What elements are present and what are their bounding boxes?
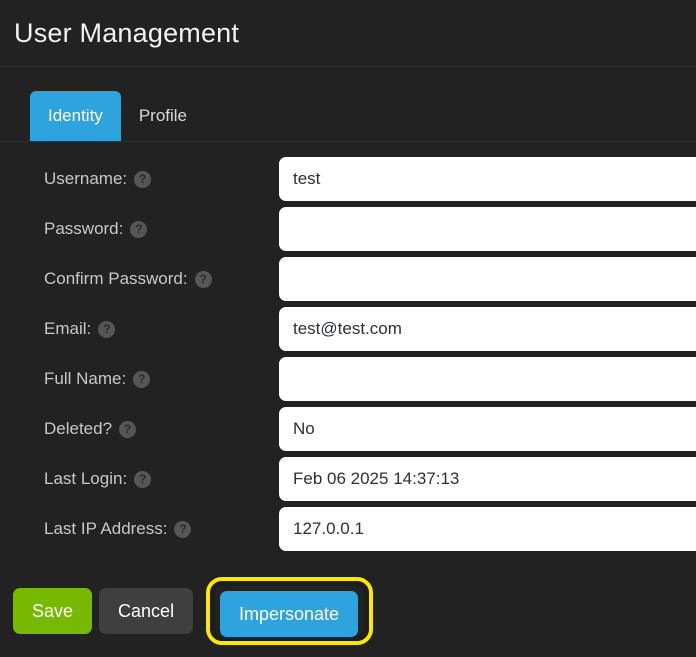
tab-identity-label: Identity [48,106,103,125]
page-header: User Management [0,0,696,67]
username-input[interactable] [279,157,696,201]
form-row-password: Password: ? [0,204,696,254]
deleted-input[interactable] [279,407,696,451]
label-deleted-text: Deleted? [44,419,113,438]
full-name-input[interactable] [279,357,696,401]
tab-strip: Identity Profile [0,67,696,142]
password-help-icon[interactable]: ? [130,220,148,238]
label-last-login: Last Login: ? [0,469,279,489]
last-login-help-icon[interactable]: ? [134,470,152,488]
label-last-login-text: Last Login: [44,469,128,488]
label-username: Username: ? [0,169,279,189]
cancel-button[interactable]: Cancel [99,588,194,634]
label-email: Email: ? [0,319,279,339]
last-ip-address-help-icon[interactable]: ? [174,520,192,538]
tab-profile-label: Profile [138,106,187,125]
label-full-name-text: Full Name: [44,369,127,388]
tab-profile[interactable]: Profile [121,91,205,141]
label-username-text: Username: [44,169,128,188]
confirm-password-input[interactable] [279,257,696,301]
label-full-name: Full Name: ? [0,369,279,389]
label-last-ip-address-text: Last IP Address: [44,519,168,538]
email-input[interactable] [279,307,696,351]
label-email-text: Email: [44,319,92,338]
identity-form: Username: ? Password: ? Confirm Password… [0,142,696,554]
label-confirm-password: Confirm Password: ? [0,269,279,289]
deleted-help-icon[interactable]: ? [119,420,137,438]
label-confirm-password-text: Confirm Password: [44,269,188,288]
tab-identity[interactable]: Identity [30,91,121,141]
label-password-text: Password: [44,219,124,238]
last-ip-address-input[interactable] [279,507,696,551]
form-row-deleted: Deleted? ? [0,404,696,454]
full-name-help-icon[interactable]: ? [133,370,151,388]
form-row-full-name: Full Name: ? [0,354,696,404]
email-help-icon[interactable]: ? [98,320,116,338]
form-row-last-login: Last Login: ? [0,454,696,504]
username-help-icon[interactable]: ? [134,170,152,188]
form-row-last-ip-address: Last IP Address: ? [0,504,696,554]
label-last-ip-address: Last IP Address: ? [0,519,279,539]
form-row-username: Username: ? [0,154,696,204]
page-title: User Management [14,17,240,48]
impersonate-button[interactable]: Impersonate [220,591,359,637]
last-login-input[interactable] [279,457,696,501]
label-deleted: Deleted? ? [0,419,279,439]
save-button[interactable]: Save [13,588,93,634]
label-password: Password: ? [0,219,279,239]
password-input[interactable] [279,207,696,251]
form-button-bar: Save Cancel [0,588,194,634]
form-row-email: Email: ? [0,304,696,354]
form-row-confirm-password: Confirm Password: ? [0,254,696,304]
impersonate-button-wrapper: Impersonate [220,591,359,637]
confirm-password-help-icon[interactable]: ? [194,270,212,288]
